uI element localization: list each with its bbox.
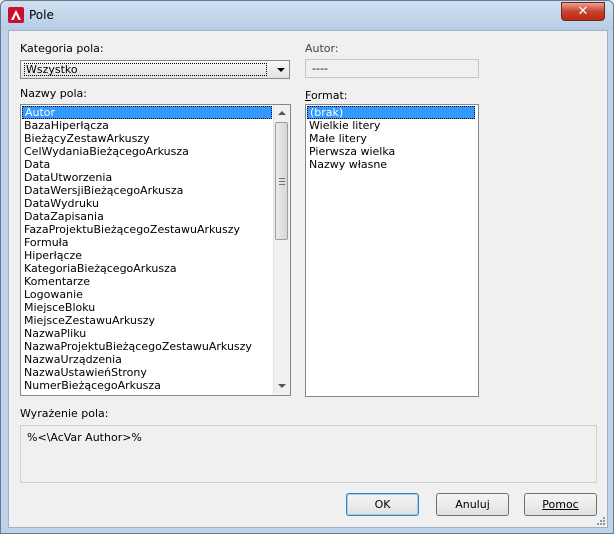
window-title: Pole	[29, 8, 54, 22]
arrow-down-icon	[278, 384, 286, 388]
format-label-rest: ormat:	[310, 89, 348, 102]
field-name-list-item[interactable]: Komentarze	[22, 275, 274, 288]
category-dropdown[interactable]: Wszystko	[20, 60, 290, 79]
field-name-list-item[interactable]: NumerBieżącegoArkusza	[22, 379, 274, 392]
field-name-list-item[interactable]: NazwaUrządzenia	[22, 353, 274, 366]
format-label: Format:	[305, 89, 348, 102]
expression-box: %<\AcVar Author>%	[20, 425, 597, 483]
close-icon: ✕	[577, 4, 589, 19]
field-names-list[interactable]: Autor BazaHiperłącza BieżącyZestawArkuszy C…	[20, 104, 291, 396]
field-name-list-item[interactable]: Data	[22, 158, 274, 171]
autocad-logo-icon	[8, 7, 24, 23]
field-name-list-item[interactable]: BieżącyZestawArkuszy	[22, 132, 274, 145]
cancel-button[interactable]: Anuluj	[436, 493, 509, 516]
field-name-list-item[interactable]: NazwaPliku	[22, 327, 274, 340]
grip-line	[279, 181, 285, 182]
ok-button-label: OK	[374, 498, 391, 511]
dialog-client: Kategoria pola: Wszystko Autor: ---- Naz…	[8, 30, 608, 528]
field-name-list-item[interactable]: DataUtworzenia	[22, 171, 274, 184]
format-list-item[interactable]: (brak)	[307, 106, 475, 119]
field-name-list-item[interactable]: Autor	[22, 106, 272, 119]
scroll-down-button[interactable]	[274, 378, 290, 394]
arrow-up-icon	[278, 111, 286, 115]
dialog-window: Pole ✕ Kategoria pola: Wszystko Autor: -…	[0, 0, 614, 534]
scroll-thumb[interactable]	[275, 122, 288, 240]
title-bar[interactable]: Pole ✕	[1, 1, 613, 30]
field-name-list-item[interactable]: NazwaProjektuBieżącegoZestawuArkuszy	[22, 340, 274, 353]
format-list-item[interactable]: Pierwsza wielka	[307, 145, 477, 158]
field-name-list-item[interactable]: Hiperłącze	[22, 249, 274, 262]
author-label: Autor:	[305, 42, 339, 55]
field-name-list-item[interactable]: DataWydruku	[22, 197, 274, 210]
field-name-list-item[interactable]: MiejsceBloku	[22, 301, 274, 314]
field-name-list-item[interactable]: FazaProjektuBieżącegoZestawuArkuszy	[22, 223, 274, 236]
author-value: ----	[312, 62, 328, 75]
field-name-list-item[interactable]: DataWersjiBieżącegoArkusza	[22, 184, 274, 197]
chevron-down-icon	[277, 68, 285, 72]
field-name-list-item[interactable]: BazaHiperłącza	[22, 119, 274, 132]
category-label: Kategoria pola:	[20, 42, 104, 55]
scroll-up-button[interactable]	[274, 105, 290, 121]
field-name-list-item[interactable]: Formuła	[22, 236, 274, 249]
field-names-scrollbar[interactable]	[273, 105, 290, 395]
field-name-list-item[interactable]: Logowanie	[22, 288, 274, 301]
field-name-list-item[interactable]: DataZapisania	[22, 210, 274, 223]
category-value: Wszystko	[26, 63, 78, 76]
help-button[interactable]: Pomoc	[524, 493, 597, 516]
ok-button[interactable]: OK	[346, 493, 419, 516]
author-field: ----	[305, 59, 479, 78]
expression-label: Wyrażenie pola:	[20, 407, 109, 420]
format-list-item[interactable]: Wielkie litery	[307, 119, 477, 132]
help-button-label: Pomoc	[542, 498, 579, 511]
field-name-list-item[interactable]: CelWydaniaBieżącegoArkusza	[22, 145, 274, 158]
cancel-button-label: Anuluj	[455, 498, 490, 511]
field-names-label: Nazwy pola:	[20, 87, 87, 100]
field-name-list-item[interactable]: MiejsceZestawuArkuszy	[22, 314, 274, 327]
grip-line	[279, 184, 285, 185]
format-list-item[interactable]: Nazwy własne	[307, 158, 477, 171]
close-button[interactable]: ✕	[561, 2, 605, 21]
format-list-item[interactable]: Małe litery	[307, 132, 477, 145]
resize-grip-icon[interactable]	[596, 516, 606, 526]
field-name-list-item[interactable]: KategoriaBieżącegoArkusza	[22, 262, 274, 275]
field-name-list-item[interactable]: NazwaUstawieńStrony	[22, 366, 274, 379]
format-list[interactable]: (brak) Wielkie litery Małe litery Pierwsza …	[305, 104, 479, 397]
expression-value: %<\AcVar Author>%	[27, 431, 142, 444]
grip-line	[279, 178, 285, 179]
